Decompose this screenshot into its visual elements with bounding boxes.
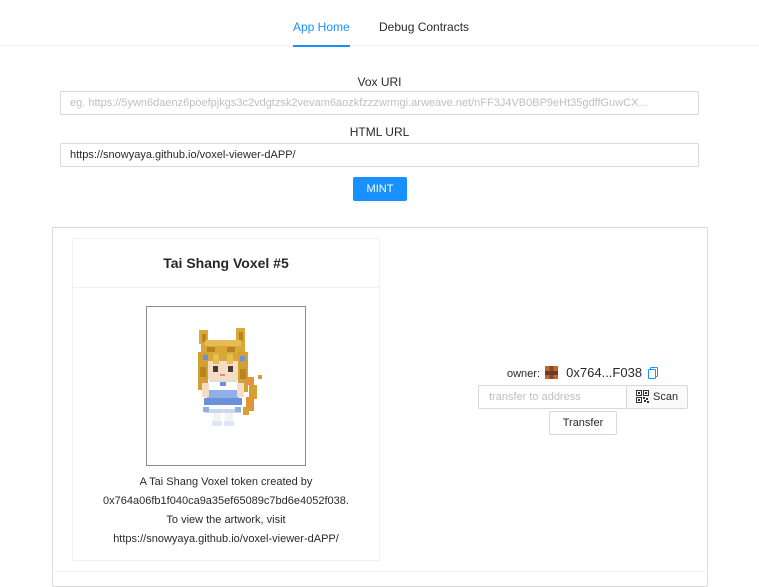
scan-button[interactable]: Scan [626, 385, 688, 409]
top-nav: App Home Debug Contracts [0, 0, 759, 47]
tab-debug-contracts[interactable]: Debug Contracts [379, 19, 469, 35]
transfer-address-input[interactable] [478, 385, 626, 409]
owner-address: 0x764...F038 [566, 365, 643, 380]
description-line: To view the artwork, visit [166, 514, 286, 526]
copy-icon[interactable] [648, 367, 659, 379]
description-line: https://snowyaya.github.io/voxel-viewer-… [113, 533, 339, 545]
scan-label: Scan [653, 391, 679, 403]
html-url-label: HTML URL [349, 125, 410, 139]
token-title: Tai Shang Voxel #5 [73, 239, 379, 288]
card-divider [52, 571, 708, 572]
token-description: A Tai Shang Voxel token created by 0x764… [72, 473, 380, 549]
qrcode-icon [636, 389, 649, 403]
voxel-artwork[interactable] [146, 306, 306, 466]
transfer-button[interactable]: Transfer [549, 411, 617, 435]
owner-label: owner: [507, 368, 541, 380]
voxel-character-image [198, 328, 262, 426]
description-line: 0x764a06fb1f040ca9a35ef65089c7bd6e4052f0… [103, 495, 349, 507]
description-line: A Tai Shang Voxel token created by [139, 476, 313, 488]
vox-uri-label: Vox URI [357, 75, 402, 89]
html-url-input[interactable] [60, 143, 699, 167]
tab-app-home[interactable]: App Home [293, 19, 350, 47]
vox-uri-input[interactable] [60, 91, 699, 115]
blockie-avatar-icon [545, 366, 559, 379]
owner-info: owner: 0x764...F038 [507, 364, 659, 382]
mint-button[interactable]: MINT [353, 177, 407, 201]
